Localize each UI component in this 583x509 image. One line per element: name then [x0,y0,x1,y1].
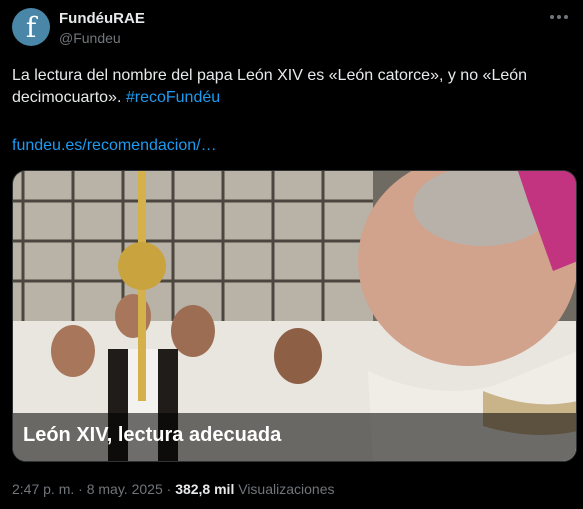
views-count: 382,8 mil [175,481,235,497]
author-name[interactable]: FundéuRAE [59,10,145,27]
views-label: Visualizaciones [238,481,335,497]
meta-separator: · [74,481,87,497]
meta-separator: · [162,481,176,497]
post-time[interactable]: 2:47 p. m. [12,481,74,497]
post-meta: 2:47 p. m. · 8 may. 2025 · 382,8 mil Vis… [12,481,334,497]
card-title: León XIV, lectura adecuada [23,424,282,446]
post-date[interactable]: 8 may. 2025 [87,481,163,497]
card-caption: León XIV, lectura adecuada [13,413,576,461]
tweet-body: La lectura del nombre del papa León XIV … [12,67,528,106]
external-link[interactable]: fundeu.es/recomendacion/… [12,137,217,154]
avatar[interactable]: f [12,8,50,46]
more-options-button[interactable] [545,6,573,28]
fundeu-logo-icon: f [25,11,37,44]
more-horizontal-icon [550,15,568,19]
hashtag-link[interactable]: #recoFundéu [126,89,220,106]
tweet-text: La lectura del nombre del papa León XIV … [12,65,567,109]
link-line: fundeu.es/recomendacion/… [12,135,217,157]
link-card[interactable]: León XIV, lectura adecuada [12,170,577,462]
author-handle[interactable]: @Fundeu [59,30,121,46]
tweet: f FundéuRAE @Fundeu La lectura del nombr… [0,0,583,509]
